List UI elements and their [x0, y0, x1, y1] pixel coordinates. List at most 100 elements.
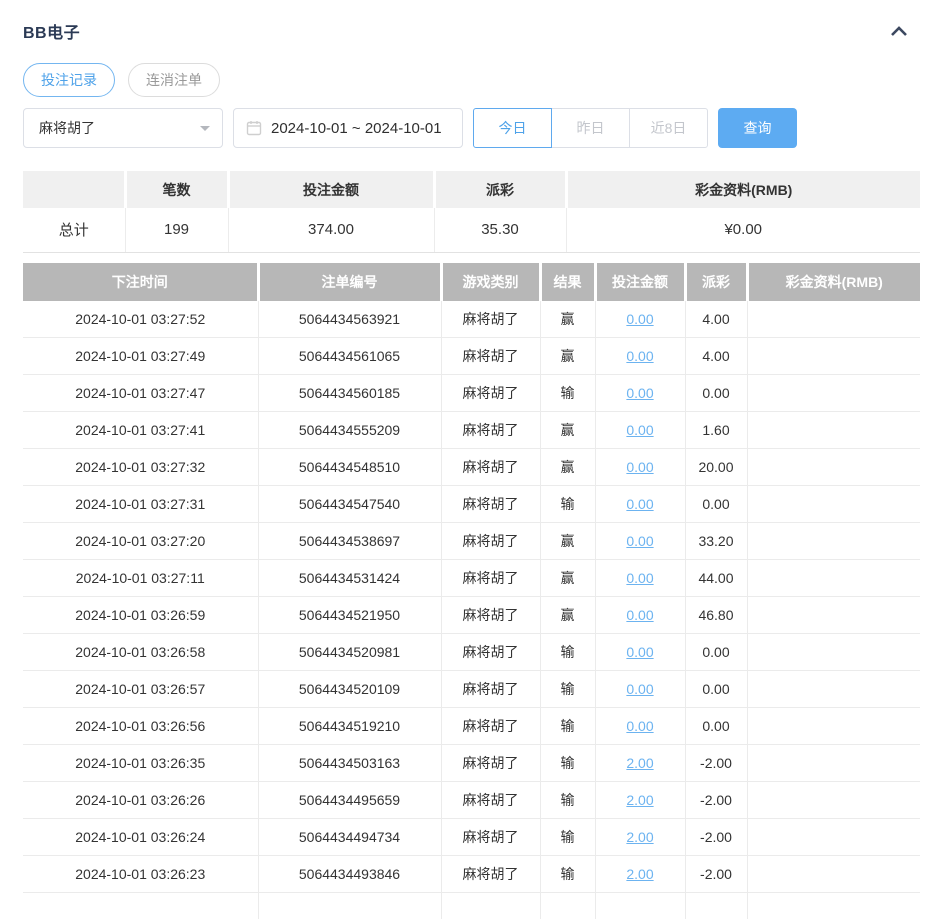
bet-id-cell: 5064434495659: [258, 782, 441, 819]
bet-amount-link[interactable]: 0.00: [626, 607, 653, 623]
bet-amount-cell: 0.00: [595, 449, 685, 486]
table-row: 2024-10-01 03:26:265064434495659麻将胡了输2.0…: [23, 782, 920, 819]
summary-bonus: ¥0.00: [566, 208, 920, 252]
bonus-cell: [747, 856, 920, 893]
bet-amount-link[interactable]: 0.00: [626, 348, 653, 364]
quick-button-today[interactable]: 今日: [473, 108, 552, 148]
bet-id-cell: 5064434563921: [258, 301, 441, 338]
bet-time-cell: 2024-10-01 03:27:20: [23, 523, 258, 560]
date-range-input[interactable]: 2024-10-01 ~ 2024-10-01: [233, 108, 463, 148]
bonus-cell: [747, 449, 920, 486]
result-cell: 输: [540, 375, 595, 412]
bonus-cell: [747, 782, 920, 819]
table-row: 2024-10-01 03:26:355064434503163麻将胡了输2.0…: [23, 745, 920, 782]
bet-time-cell: 2024-10-01 03:26:59: [23, 597, 258, 634]
bet-amount-link[interactable]: 2.00: [626, 866, 653, 882]
payout-cell: 0.00: [685, 671, 747, 708]
record-tabs: 投注记录 连消注单: [23, 63, 920, 97]
table-row: 2024-10-01 03:26:575064434520109麻将胡了输0.0…: [23, 671, 920, 708]
bet-id-cell: 5064434520109: [258, 671, 441, 708]
records-col-header: 派彩: [685, 263, 747, 301]
bet-time-cell: 2024-10-01 03:26:26: [23, 782, 258, 819]
bet-time-cell: 2024-10-01 03:27:49: [23, 338, 258, 375]
bet-amount-cell: 0.00: [595, 560, 685, 597]
tab-betting-records[interactable]: 投注记录: [23, 63, 115, 97]
result-cell: 输: [540, 671, 595, 708]
betting-records-panel: BB电子 投注记录 连消注单 麻将胡了: [0, 0, 935, 919]
payout-cell: 44.00: [685, 560, 747, 597]
bet-amount-cell: 0.00: [595, 671, 685, 708]
bet-amount-link[interactable]: 2.00: [626, 755, 653, 771]
bet-id-cell: 5064434560185: [258, 375, 441, 412]
filter-bar: 麻将胡了 2024-10-01 ~ 2024-10-01 今日 昨日 近8日 查…: [23, 108, 920, 148]
records-col-header: 结果: [540, 263, 595, 301]
bet-amount-cell: 2.00: [595, 782, 685, 819]
table-row-partial: [23, 893, 920, 919]
payout-cell: -2.00: [685, 745, 747, 782]
bet-amount-link[interactable]: 2.00: [626, 829, 653, 845]
bet-time-cell: 2024-10-01 03:27:11: [23, 560, 258, 597]
bet-amount-link[interactable]: 0.00: [626, 311, 653, 327]
table-row: 2024-10-01 03:27:115064434531424麻将胡了赢0.0…: [23, 560, 920, 597]
table-row: 2024-10-01 03:27:525064434563921麻将胡了赢0.0…: [23, 301, 920, 338]
bet-amount-link[interactable]: 0.00: [626, 570, 653, 586]
game-select[interactable]: 麻将胡了: [23, 108, 223, 148]
bet-time-cell: 2024-10-01 03:27:32: [23, 449, 258, 486]
records-col-header: 彩金资料(RMB): [747, 263, 920, 301]
table-row: 2024-10-01 03:27:495064434561065麻将胡了赢0.0…: [23, 338, 920, 375]
quick-button-yesterday[interactable]: 昨日: [551, 108, 630, 148]
bet-amount-link[interactable]: 0.00: [626, 385, 653, 401]
payout-cell: 46.80: [685, 597, 747, 634]
search-button[interactable]: 查询: [718, 108, 797, 148]
game-type-cell: 麻将胡了: [441, 523, 540, 560]
summary-col-header: [23, 171, 125, 208]
bet-amount-link[interactable]: 0.00: [626, 681, 653, 697]
bet-time-cell: 2024-10-01 03:26:56: [23, 708, 258, 745]
bet-amount-link[interactable]: 0.00: [626, 533, 653, 549]
bet-amount-link[interactable]: 0.00: [626, 496, 653, 512]
summary-col-header: 投注金额: [228, 171, 434, 208]
bet-id-cell: 5064434531424: [258, 560, 441, 597]
game-type-cell: 麻将胡了: [441, 745, 540, 782]
collapse-button[interactable]: [886, 21, 912, 41]
payout-cell: -2.00: [685, 819, 747, 856]
payout-cell: 1.60: [685, 412, 747, 449]
bet-amount-link[interactable]: 0.00: [626, 459, 653, 475]
bet-time-cell: 2024-10-01 03:27:41: [23, 412, 258, 449]
payout-cell: 4.00: [685, 338, 747, 375]
bet-id-cell: 5064434519210: [258, 708, 441, 745]
game-type-cell: 麻将胡了: [441, 375, 540, 412]
tab-cancelled-bets[interactable]: 连消注单: [128, 63, 220, 97]
game-type-cell: 麻将胡了: [441, 634, 540, 671]
payout-cell: 0.00: [685, 634, 747, 671]
payout-cell: [685, 893, 747, 919]
bet-amount-link[interactable]: 0.00: [626, 644, 653, 660]
table-row: 2024-10-01 03:26:585064434520981麻将胡了输0.0…: [23, 634, 920, 671]
table-row: 2024-10-01 03:27:325064434548510麻将胡了赢0.0…: [23, 449, 920, 486]
table-row: 2024-10-01 03:27:205064434538697麻将胡了赢0.0…: [23, 523, 920, 560]
bet-amount-cell: 2.00: [595, 745, 685, 782]
bonus-cell: [747, 819, 920, 856]
bet-amount-link[interactable]: 0.00: [626, 422, 653, 438]
bet-time-cell: 2024-10-01 03:26:57: [23, 671, 258, 708]
bonus-cell: [747, 671, 920, 708]
result-cell: 赢: [540, 301, 595, 338]
game-type-cell: 麻将胡了: [441, 597, 540, 634]
quick-button-last8days[interactable]: 近8日: [629, 108, 708, 148]
bonus-cell: [747, 893, 920, 919]
bet-id-cell: 5064434521950: [258, 597, 441, 634]
panel-header: BB电子: [23, 18, 920, 44]
bonus-cell: [747, 560, 920, 597]
caret-down-icon: [200, 126, 210, 136]
bet-time-cell: 2024-10-01 03:26:35: [23, 745, 258, 782]
calendar-icon: [246, 120, 262, 136]
bonus-cell: [747, 745, 920, 782]
payout-cell: 20.00: [685, 449, 747, 486]
bet-amount-link[interactable]: 2.00: [626, 792, 653, 808]
payout-cell: 0.00: [685, 708, 747, 745]
bet-id-cell: 5064434555209: [258, 412, 441, 449]
bet-amount-link[interactable]: 0.00: [626, 718, 653, 734]
game-type-cell: 麻将胡了: [441, 412, 540, 449]
bonus-cell: [747, 375, 920, 412]
result-cell: 输: [540, 634, 595, 671]
